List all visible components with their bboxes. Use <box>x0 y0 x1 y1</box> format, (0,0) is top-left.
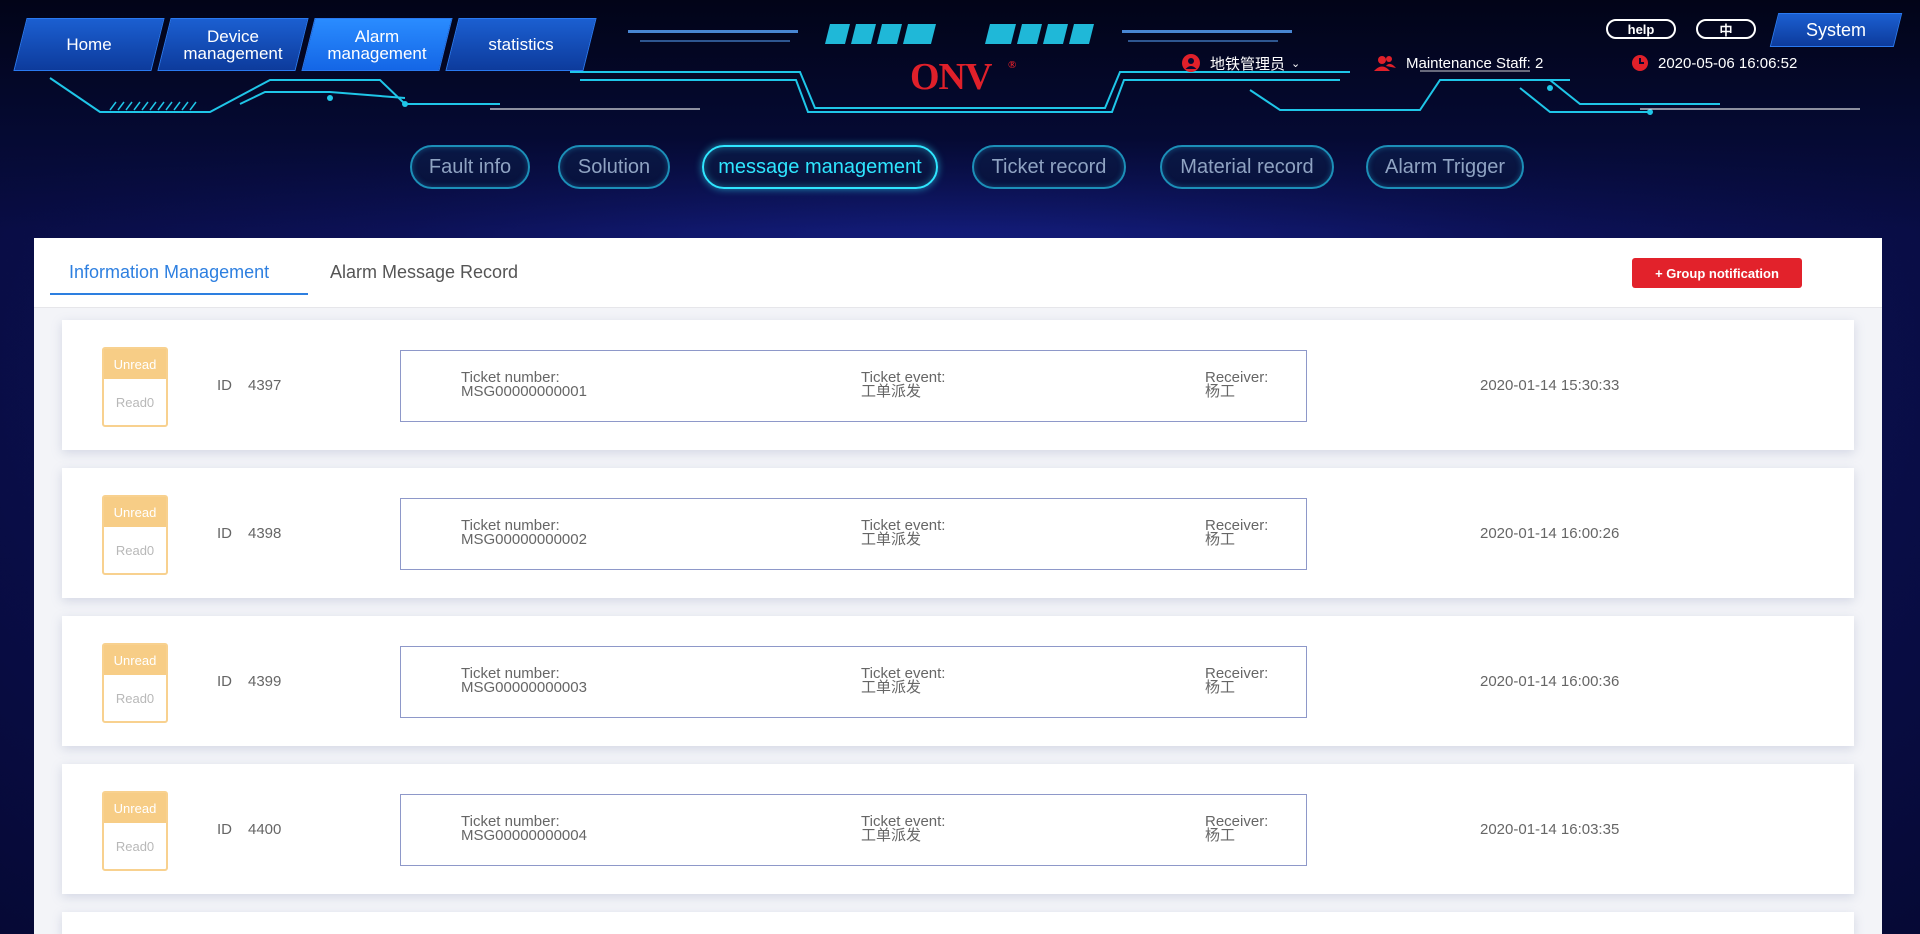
active-tab-underline <box>50 293 308 295</box>
subtab-message-management[interactable]: message management <box>702 145 938 189</box>
maintenance-staff-text: Maintenance Staff: 2 <box>1406 54 1544 72</box>
ticket-event-field: Ticket event: 工单派发 <box>861 814 945 844</box>
nav-home-label: Home <box>66 35 112 54</box>
nav-device-management-label: Device management <box>183 26 283 63</box>
message-card: Unread Read0 ID 4397 Ticket number: MSG0… <box>62 320 1854 450</box>
unread-badge: Unread <box>104 349 166 379</box>
read-status-toggle[interactable]: Unread Read0 <box>102 791 168 871</box>
ticket-number-field: Ticket number: MSG00000000003 <box>461 666 587 696</box>
read-count: Read0 <box>115 690 155 706</box>
top-header: Home Device management Alarm management … <box>0 0 1920 230</box>
current-datetime: 2020-05-06 16:06:52 <box>1632 53 1797 73</box>
message-time: 2020-01-14 15:30:33 <box>1480 377 1620 394</box>
datetime-text: 2020-05-06 16:06:52 <box>1658 54 1798 72</box>
message-card-partial <box>62 912 1854 934</box>
receiver-value: 杨工 <box>1205 679 1236 696</box>
nav-statistics[interactable]: statistics <box>445 18 597 71</box>
receiver-field: Receiver: 杨工 <box>1205 666 1268 696</box>
ticket-detail-box[interactable]: Ticket number: MSG00000000004 Ticket eve… <box>400 794 1307 866</box>
brand-logo: ONV ® <box>910 55 1020 98</box>
subtab-solution[interactable]: Solution <box>558 145 670 189</box>
ticket-number-field: Ticket number: MSG00000000001 <box>461 370 587 400</box>
ticket-number-value: MSG00000000003 <box>461 679 587 696</box>
id-label: ID <box>217 821 232 838</box>
ticket-number-field: Ticket number: MSG00000000002 <box>461 518 587 548</box>
nav-alarm-management[interactable]: Alarm management <box>301 18 453 71</box>
ticket-number-value: MSG00000000004 <box>461 827 587 844</box>
message-card: Unread Read0 ID 4400 Ticket number: MSG0… <box>62 764 1854 894</box>
subtab-alarm-trigger[interactable]: Alarm Trigger <box>1366 145 1524 189</box>
ticket-detail-box[interactable]: Ticket number: MSG00000000001 Ticket eve… <box>400 350 1307 422</box>
id-label: ID <box>217 377 232 394</box>
unread-badge: Unread <box>104 645 166 675</box>
ticket-detail-box[interactable]: Ticket number: MSG00000000002 Ticket eve… <box>400 498 1307 570</box>
nav-home[interactable]: Home <box>13 18 165 71</box>
receiver-value: 杨工 <box>1205 827 1236 844</box>
message-time: 2020-01-14 16:00:36 <box>1480 673 1620 690</box>
brand-logo-mark: ® <box>1008 59 1016 71</box>
help-button[interactable]: help <box>1606 19 1676 39</box>
nav-alarm-management-label: Alarm management <box>327 26 427 63</box>
ticket-number-value: MSG00000000001 <box>461 383 587 400</box>
unread-badge: Unread <box>104 793 166 823</box>
ticket-number-field: Ticket number: MSG00000000004 <box>461 814 587 844</box>
ticket-event-field: Ticket event: 工单派发 <box>861 518 945 548</box>
nav-device-management[interactable]: Device management <box>157 18 309 71</box>
read-count: Read0 <box>115 838 155 854</box>
message-panel: Information Management Alarm Message Rec… <box>34 238 1882 934</box>
user-icon <box>1182 54 1200 72</box>
ticket-event-field: Ticket event: 工单派发 <box>861 666 945 696</box>
read-count: Read0 <box>115 542 155 558</box>
chevron-down-icon: ⌄ <box>1291 57 1301 70</box>
id-label: ID <box>217 525 232 542</box>
ticket-event-value: 工单派发 <box>861 679 922 696</box>
system-button[interactable]: System <box>1769 13 1903 47</box>
ticket-detail-box[interactable]: Ticket number: MSG00000000003 Ticket eve… <box>400 646 1307 718</box>
read-status-toggle[interactable]: Unread Read0 <box>102 495 168 575</box>
tab-alarm-message-record[interactable]: Alarm Message Record <box>330 262 518 283</box>
nav-statistics-label: statistics <box>488 35 554 54</box>
brand-logo-text: ONV <box>910 56 992 98</box>
read-status-toggle[interactable]: Unread Read0 <box>102 643 168 723</box>
ticket-event-value: 工单派发 <box>861 827 922 844</box>
message-id: 4400 <box>248 821 282 838</box>
message-id: 4397 <box>248 377 282 394</box>
receiver-field: Receiver: 杨工 <box>1205 518 1268 548</box>
staff-icon <box>1374 54 1396 72</box>
receiver-value: 杨工 <box>1205 383 1236 400</box>
panel-header: Information Management Alarm Message Rec… <box>34 238 1882 308</box>
ticket-event-value: 工单派发 <box>861 383 922 400</box>
read-count: Read0 <box>115 394 155 410</box>
receiver-field: Receiver: 杨工 <box>1205 370 1268 400</box>
message-id: 4399 <box>248 673 282 690</box>
user-name: 地铁管理员 <box>1210 55 1286 73</box>
subtab-material-record[interactable]: Material record <box>1160 145 1334 189</box>
receiver-value: 杨工 <box>1205 531 1236 548</box>
ticket-event-value: 工单派发 <box>861 531 922 548</box>
ticket-number-value: MSG00000000002 <box>461 531 587 548</box>
message-time: 2020-01-14 16:00:26 <box>1480 525 1620 542</box>
id-label: ID <box>217 673 232 690</box>
clock-icon <box>1632 55 1648 71</box>
user-menu[interactable]: 地铁管理员 ⌄ <box>1182 53 1300 73</box>
unread-badge: Unread <box>104 497 166 527</box>
maintenance-staff: Maintenance Staff: 2 <box>1374 53 1543 73</box>
message-id: 4398 <box>248 525 282 542</box>
message-time: 2020-01-14 16:03:35 <box>1480 821 1620 838</box>
system-button-label: System <box>1805 19 1866 40</box>
ticket-event-field: Ticket event: 工单派发 <box>861 370 945 400</box>
subtab-ticket-record[interactable]: Ticket record <box>972 145 1126 189</box>
message-card: Unread Read0 ID 4398 Ticket number: MSG0… <box>62 468 1854 598</box>
message-card: Unread Read0 ID 4399 Ticket number: MSG0… <box>62 616 1854 746</box>
language-toggle[interactable]: 中 <box>1696 19 1756 39</box>
receiver-field: Receiver: 杨工 <box>1205 814 1268 844</box>
subtab-fault-info[interactable]: Fault info <box>410 145 530 189</box>
group-notification-button[interactable]: + Group notification <box>1632 258 1802 288</box>
tab-information-management[interactable]: Information Management <box>69 262 269 283</box>
read-status-toggle[interactable]: Unread Read0 <box>102 347 168 427</box>
